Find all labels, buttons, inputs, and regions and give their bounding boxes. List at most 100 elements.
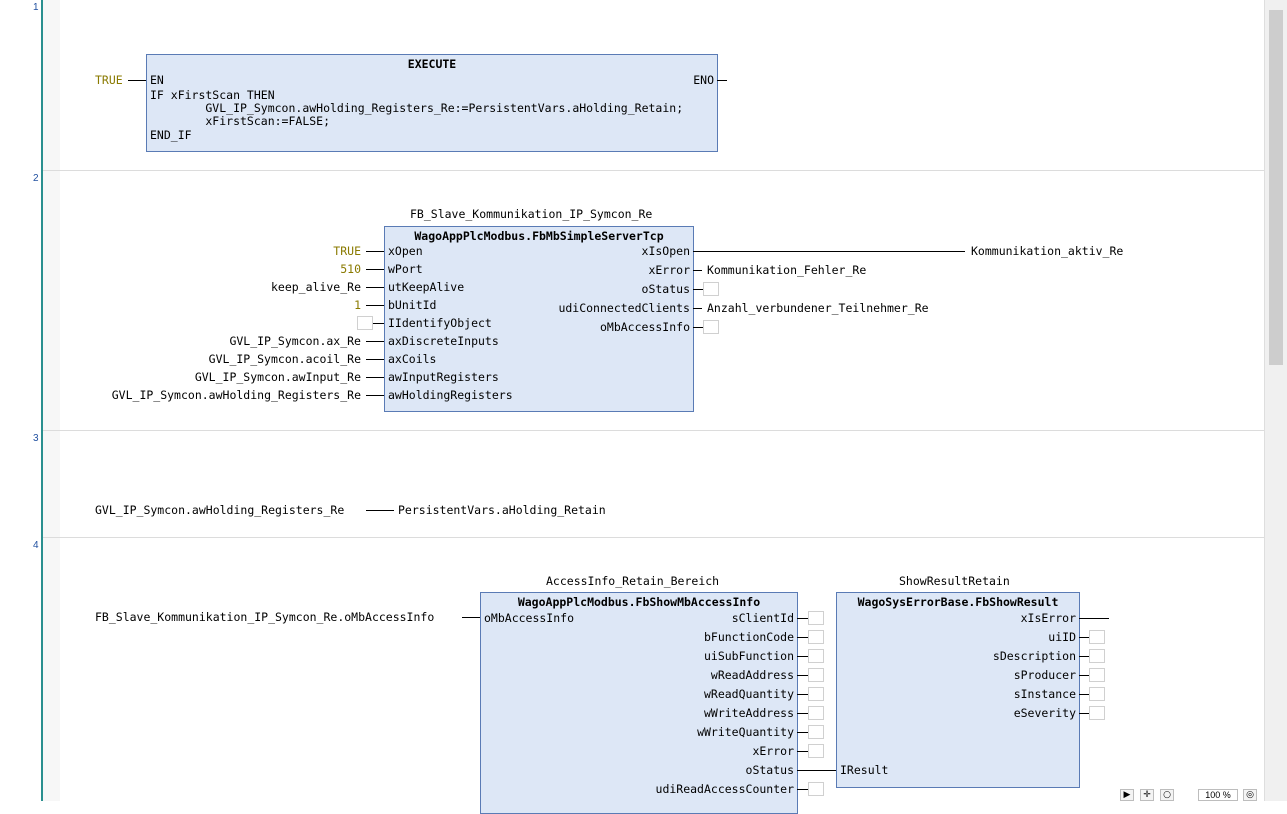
- input-value[interactable]: FB_Slave_Kommunikation_IP_Symcon_Re.oMbA…: [95, 610, 434, 624]
- output-pin: uiSubFunction: [703, 649, 794, 663]
- input-value[interactable]: GVL_IP_Symcon.awHolding_Registers_Re: [112, 388, 361, 402]
- output-pin: oStatus: [641, 282, 690, 296]
- output-value[interactable]: Kommunikation_Fehler_Re: [707, 263, 866, 277]
- wire: [1079, 694, 1089, 695]
- empty-input-field[interactable]: [357, 316, 373, 330]
- empty-output-field[interactable]: [808, 668, 824, 682]
- output-pin: wWriteQuantity: [697, 725, 794, 739]
- gutter-divider: [41, 0, 43, 801]
- fb-instance-name[interactable]: AccessInfo_Retain_Bereich: [546, 574, 719, 588]
- input-pin: wPort: [388, 262, 423, 276]
- execute-block[interactable]: EXECUTE EN ENO IF xFirstScan THEN GVL_IP…: [146, 54, 718, 152]
- input-pin: awInputRegisters: [388, 370, 499, 384]
- scrollbar-thumb[interactable]: [1269, 10, 1283, 365]
- empty-output-field[interactable]: [1089, 630, 1105, 644]
- output-pin: udiConnectedClients: [558, 301, 690, 315]
- input-value[interactable]: 1: [354, 298, 361, 312]
- output-value[interactable]: Kommunikation_aktiv_Re: [971, 244, 1123, 258]
- assign-source[interactable]: GVL_IP_Symcon.awHolding_Registers_Re: [95, 503, 344, 517]
- input-value[interactable]: keep_alive_Re: [271, 280, 361, 294]
- empty-output-field[interactable]: [1089, 668, 1105, 682]
- network-number[interactable]: 3: [33, 433, 39, 444]
- eno-pin: ENO: [693, 73, 714, 87]
- fb-type-name: WagoAppPlcModbus.FbMbSimpleServerTcp: [414, 229, 664, 243]
- input-pin: axDiscreteInputs: [388, 334, 499, 348]
- wire: [797, 637, 808, 638]
- line-number-gutter: [0, 0, 42, 801]
- input-value[interactable]: GVL_IP_Symcon.acoil_Re: [209, 352, 361, 366]
- fb-server-tcp[interactable]: WagoAppPlcModbus.FbMbSimpleServerTcp xOp…: [384, 226, 694, 412]
- input-pin: xOpen: [388, 244, 423, 258]
- move-icon[interactable]: ✛: [1140, 789, 1154, 801]
- wire: [693, 308, 702, 309]
- output-pin: wWriteAddress: [703, 706, 794, 720]
- network-separator: [43, 170, 1264, 171]
- code-editor[interactable]: IF xFirstScan THEN GVL_IP_Symcon.awHoldi…: [147, 88, 717, 151]
- output-pin: xError: [752, 744, 794, 758]
- output-pin: xError: [648, 263, 690, 277]
- empty-output-field[interactable]: [1089, 687, 1105, 701]
- wire: [366, 305, 384, 306]
- output-pin: bFunctionCode: [703, 630, 794, 644]
- wire: [797, 618, 808, 619]
- input-pin: awHoldingRegisters: [388, 388, 513, 402]
- wire: [693, 251, 965, 252]
- code-line: xFirstScan:=FALSE;: [150, 114, 331, 128]
- network-number[interactable]: 1: [33, 2, 39, 13]
- wire: [462, 617, 480, 618]
- code-line: IF xFirstScan THEN: [150, 88, 275, 102]
- empty-output-field[interactable]: [808, 687, 824, 701]
- empty-output-field[interactable]: [808, 706, 824, 720]
- fb-show-access-info[interactable]: WagoAppPlcModbus.FbShowMbAccessInfo oMbA…: [480, 592, 798, 814]
- fb-instance-name[interactable]: ShowResultRetain: [899, 574, 1010, 588]
- empty-output-field[interactable]: [808, 611, 824, 625]
- input-value[interactable]: 510: [340, 262, 361, 276]
- input-value[interactable]: GVL_IP_Symcon.awInput_Re: [195, 370, 361, 384]
- code-line: GVL_IP_Symcon.awHolding_Registers_Re:=Pe…: [150, 101, 684, 115]
- output-value[interactable]: Anzahl_verbundener_Teilnehmer_Re: [707, 301, 929, 315]
- empty-output-field[interactable]: [808, 649, 824, 663]
- wire: [366, 377, 384, 378]
- output-pin: eSeverity: [1013, 706, 1076, 720]
- input-pin: axCoils: [388, 352, 437, 366]
- input-value[interactable]: TRUE: [333, 244, 361, 258]
- empty-output-field[interactable]: [703, 282, 719, 296]
- wire-ostatus-to-iresult: [797, 770, 837, 771]
- zoom-level[interactable]: 100 %: [1198, 789, 1238, 801]
- zoom-icon[interactable]: ◎: [1243, 789, 1257, 801]
- execute-title: EXECUTE: [407, 57, 457, 71]
- empty-output-field[interactable]: [808, 630, 824, 644]
- vertical-scrollbar[interactable]: [1264, 0, 1287, 801]
- wire: [1079, 675, 1089, 676]
- empty-output-field[interactable]: [808, 782, 824, 796]
- output-pin: sInstance: [1013, 687, 1076, 701]
- pointer-icon[interactable]: ▶: [1120, 789, 1134, 801]
- empty-output-field[interactable]: [703, 320, 719, 334]
- input-pin: bUnitId: [388, 298, 437, 312]
- fb-show-result[interactable]: WagoSysErrorBase.FbShowResult xIsError u…: [836, 592, 1080, 788]
- wire: [1079, 713, 1089, 714]
- output-pin: xIsOpen: [641, 244, 690, 258]
- empty-output-field[interactable]: [808, 744, 824, 758]
- wire: [366, 395, 384, 396]
- magnifier-icon[interactable]: ○: [1160, 789, 1174, 801]
- network-separator: [43, 537, 1264, 538]
- wire: [693, 270, 702, 271]
- output-pin: sClientId: [731, 611, 794, 625]
- fb-instance-name[interactable]: FB_Slave_Kommunikation_IP_Symcon_Re: [410, 207, 652, 221]
- en-input-value[interactable]: TRUE: [95, 73, 123, 87]
- wire: [693, 289, 703, 290]
- empty-output-field[interactable]: [1089, 649, 1105, 663]
- output-pin: sDescription: [992, 649, 1076, 663]
- output-pin: oStatus: [745, 763, 794, 777]
- input-value[interactable]: GVL_IP_Symcon.ax_Re: [229, 334, 361, 348]
- empty-output-field[interactable]: [1089, 706, 1105, 720]
- wire: [366, 251, 384, 252]
- network-number[interactable]: 4: [33, 540, 39, 551]
- input-pin: oMbAccessInfo: [484, 611, 575, 625]
- empty-output-field[interactable]: [808, 725, 824, 739]
- wire: [797, 789, 808, 790]
- fb-type-name: WagoAppPlcModbus.FbShowMbAccessInfo: [517, 595, 761, 609]
- network-number[interactable]: 2: [33, 173, 39, 184]
- assign-target[interactable]: PersistentVars.aHolding_Retain: [398, 503, 606, 517]
